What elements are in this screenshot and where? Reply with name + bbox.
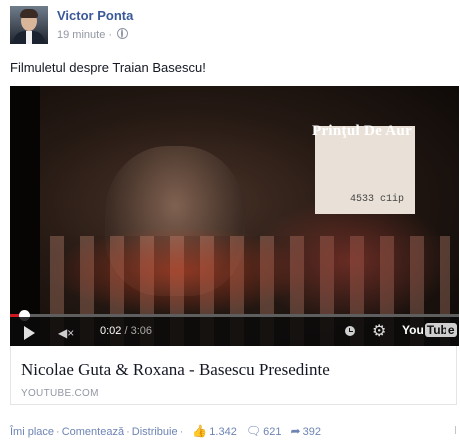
gear-icon[interactable]: ⚙ [372,321,386,341]
video-time-separator: / [124,325,128,337]
link-title[interactable]: Nicolae Guta & Roxana - Basescu Presedin… [21,360,330,380]
avatar[interactable] [10,6,48,44]
comments-count[interactable]: 621 [263,426,281,438]
fullscreen-icon[interactable] [446,324,454,336]
like-button[interactable]: Îmi place [10,426,54,438]
video-overlay-code: 4533 c1ip [350,194,405,205]
avatar-shirt [26,31,32,44]
watch-later-icon[interactable] [345,326,355,336]
post-timestamp[interactable]: 19 minute [57,29,105,41]
post-text: Filmuletul despre Traian Basescu! [10,60,206,75]
link-preview[interactable]: Nicolae Guta & Roxana - Basescu Presedin… [10,346,457,405]
author-name[interactable]: Victor Ponta [57,8,133,23]
youtube-logo-you: You [402,323,424,337]
link-domain: YOUTUBE.COM [21,388,99,399]
avatar-hair [20,9,38,18]
comment-icon: 🗨 [245,424,262,438]
video-frame-glow [250,196,450,326]
post-actions: Îmi place · Comentează · Distribuie · 👍 1.342 … [10,424,321,438]
video-time: 0:02 / 3:06 [100,325,152,337]
video-current-time: 0:02 [100,325,122,337]
comment-button[interactable]: Comentează [62,426,124,438]
post-meta: 19 minute · [57,28,129,41]
share-button[interactable]: Distribuie [132,426,178,438]
play-icon[interactable] [24,326,35,340]
video-overlay-title: Prinţul De Aur [312,123,413,139]
video-player[interactable]: Prinţul De Aur 4533 c1ip ◀× 0:02 / 3:06 … [10,86,459,346]
video-controls: ◀× 0:02 / 3:06 ⚙ You Tube [10,317,459,346]
video-total-time: 3:06 [130,325,153,337]
thumbs-up-icon: 👍 [192,424,208,438]
volume-muted-icon[interactable]: ◀× [58,326,74,340]
share-arrow-icon: ➦ [290,424,301,438]
likes-count[interactable]: 1.342 [209,426,237,438]
scroll-edge-marker [455,426,460,434]
shares-count[interactable]: 392 [303,426,321,438]
globe-icon[interactable] [117,28,129,39]
video-frame-edge [10,86,40,346]
